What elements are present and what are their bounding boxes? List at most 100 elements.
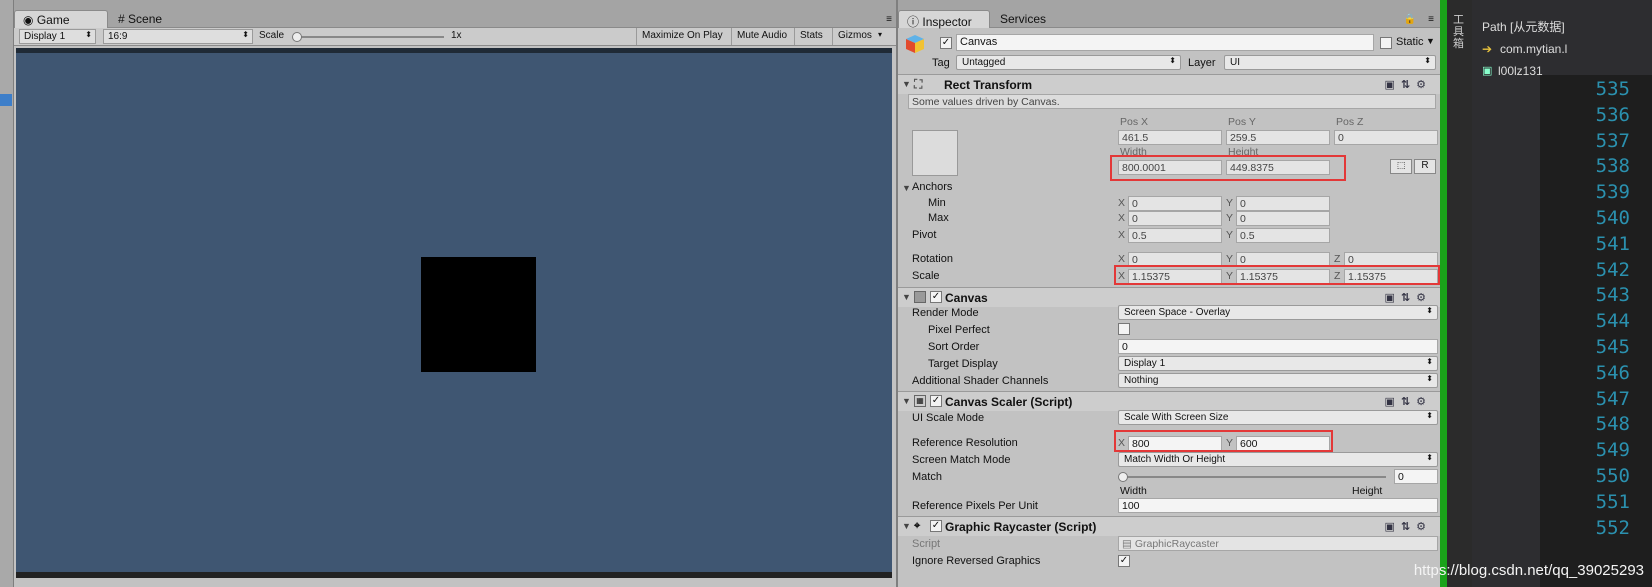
toolbox-tab[interactable]: 工具箱 — [1453, 14, 1465, 50]
canvas-scaler-header[interactable]: ▼ ▦ ✓ Canvas Scaler (Script) ▣⇅⚙ — [898, 391, 1442, 411]
line-number: 548 — [1595, 413, 1630, 436]
axis-y: Y — [1226, 212, 1234, 224]
raycaster-enabled-checkbox[interactable]: ✓ — [930, 520, 942, 532]
canvas-icon — [914, 291, 926, 303]
scale-value: 1x — [451, 30, 462, 41]
gizmos-button[interactable]: Gizmos — [832, 28, 877, 45]
posx-field[interactable]: 461.5 — [1118, 130, 1222, 145]
script-file-icon: ▤ — [1122, 538, 1135, 550]
scale-slider[interactable] — [292, 32, 444, 42]
raw-edit-button[interactable]: R — [1414, 159, 1436, 174]
panel-menu-icon[interactable]: ≡ — [1428, 14, 1434, 25]
object-name-input[interactable]: Canvas — [956, 34, 1374, 51]
gizmos-arrow-icon[interactable]: ▾ — [878, 30, 882, 39]
lock-icon[interactable]: 🔒 — [1404, 14, 1416, 25]
line-number: 536 — [1595, 103, 1630, 126]
graphic-raycaster-title: Graphic Raycaster (Script) — [945, 520, 1097, 534]
reference-pixels-per-unit-field[interactable]: 100 — [1118, 498, 1438, 513]
dropdown-arrow-icon: ⬍ — [1426, 453, 1433, 462]
stats-button[interactable]: Stats — [794, 28, 828, 45]
axis-z: Z — [1334, 253, 1341, 265]
screen-match-mode-dropdown[interactable]: Match Width Or Height ⬍ — [1118, 452, 1438, 467]
anchor-preset-widget[interactable] — [912, 130, 958, 176]
component-header-icons[interactable]: ▣⇅⚙ — [1385, 395, 1432, 408]
tab-inspector[interactable]: ⓘ Inspector — [898, 10, 990, 29]
mute-audio-button[interactable]: Mute Audio — [731, 28, 792, 45]
ui-scale-mode-dropdown[interactable]: Scale With Screen Size ⬍ — [1118, 410, 1438, 425]
tab-services[interactable]: Services — [992, 10, 1062, 28]
match-slider-thumb[interactable] — [1118, 472, 1128, 482]
display-dropdown[interactable]: Display 1 ⬍ — [19, 29, 96, 44]
axis-y: Y — [1226, 229, 1234, 241]
line-number: 539 — [1595, 181, 1630, 204]
anchor-max-x-field[interactable]: 0 — [1128, 211, 1222, 226]
fold-arrow-icon[interactable]: ▼ — [902, 521, 911, 531]
maximize-on-play-button[interactable]: Maximize On Play — [636, 28, 728, 45]
match-slider[interactable] — [1118, 472, 1386, 482]
component-header-icons[interactable]: ▣⇅⚙ — [1385, 291, 1432, 304]
line-number: 542 — [1595, 258, 1630, 281]
line-number: 544 — [1595, 310, 1630, 333]
canvas-scaler-enabled-checkbox[interactable]: ✓ — [930, 395, 942, 407]
canvas-component-header[interactable]: ▼ ✓ Canvas ▣⇅⚙ — [898, 287, 1442, 307]
target-display-value: Display 1 — [1124, 358, 1166, 369]
pivot-x-field[interactable]: 0.5 — [1128, 228, 1222, 243]
static-dropdown-arrow-icon[interactable]: ▼ — [1426, 36, 1435, 46]
class-item[interactable]: l00lz131 — [1498, 64, 1543, 78]
pixel-perfect-checkbox[interactable] — [1118, 323, 1130, 335]
driven-values-note: Some values driven by Canvas. — [908, 94, 1436, 109]
shader-channels-dropdown[interactable]: Nothing ⬍ — [1118, 373, 1438, 388]
panel-menu-icon[interactable]: ≡ — [886, 14, 892, 25]
posy-label: Pos Y — [1228, 116, 1256, 128]
anchors-fold-icon[interactable]: ▼ — [902, 183, 911, 193]
active-checkbox[interactable]: ✓ — [940, 37, 952, 49]
match-value-field[interactable]: 0 — [1394, 469, 1438, 484]
graphic-raycaster-header[interactable]: ▼ ⌖ ✓ Graphic Raycaster (Script) ▣⇅⚙ — [898, 516, 1442, 536]
rect-transform-title: Rect Transform — [944, 78, 1033, 92]
class-icon: ▣ — [1482, 65, 1493, 77]
namespace-item[interactable]: com.mytian.l — [1500, 42, 1567, 56]
axis-x: X — [1118, 197, 1126, 209]
component-header-icons[interactable]: ▣⇅⚙ — [1385, 78, 1432, 91]
blueprint-mode-button[interactable]: ⬚ — [1390, 159, 1412, 174]
anchor-max-y-field[interactable]: 0 — [1236, 211, 1330, 226]
ignore-reversed-checkbox[interactable]: ✓ — [1118, 555, 1130, 567]
highlight-box-resolution — [1114, 430, 1333, 452]
fold-arrow-icon[interactable]: ▼ — [902, 79, 911, 89]
axis-x: X — [1118, 212, 1126, 224]
rect-transform-header[interactable]: ▼ ⛶ Rect Transform ▣⇅⚙ — [898, 74, 1442, 94]
sort-order-field[interactable]: 0 — [1118, 339, 1438, 354]
line-number: 545 — [1595, 336, 1630, 358]
layer-dropdown[interactable]: UI ⬍ — [1224, 55, 1436, 70]
fold-arrow-icon[interactable]: ▼ — [902, 292, 911, 302]
script-field[interactable]: ▤ GraphicRaycaster — [1118, 536, 1438, 551]
component-header-icons[interactable]: ▣⇅⚙ — [1385, 520, 1432, 533]
tab-scene[interactable]: # Scene — [110, 10, 180, 28]
viewport-bottom-bar — [16, 572, 892, 578]
posz-field[interactable]: 0 — [1334, 130, 1438, 145]
dropdown-arrow-icon: ⬍ — [1169, 56, 1176, 65]
anchor-min-y-field[interactable]: 0 — [1236, 196, 1330, 211]
posy-field[interactable]: 259.5 — [1226, 130, 1330, 145]
tab-inspector-label: Inspector — [922, 15, 972, 29]
anchor-min-x-field[interactable]: 0 — [1128, 196, 1222, 211]
display-value: Display 1 — [24, 31, 66, 42]
canvas-enabled-checkbox[interactable]: ✓ — [930, 291, 942, 303]
anchor-max-label: Max — [928, 212, 949, 224]
static-checkbox[interactable] — [1380, 37, 1392, 49]
watermark-text: https://blog.csdn.net/qq_39025293 — [1413, 562, 1644, 579]
line-number: 551 — [1595, 490, 1630, 513]
inspector-panel: ⓘ Inspector Services 🔒 ≡ ✓ Canvas Static… — [896, 0, 1442, 587]
tab-game[interactable]: ◉ Game — [14, 10, 108, 28]
static-label: Static — [1396, 36, 1424, 48]
render-mode-dropdown[interactable]: Screen Space - Overlay ⬍ — [1118, 305, 1438, 320]
fold-arrow-icon[interactable]: ▼ — [902, 396, 911, 406]
screen-match-mode-label: Screen Match Mode — [912, 454, 1011, 466]
target-display-label: Target Display — [928, 358, 998, 370]
tag-dropdown[interactable]: Untagged ⬍ — [956, 55, 1181, 70]
scene-icon: # — [118, 12, 125, 26]
aspect-dropdown[interactable]: 16:9 ⬍ — [103, 29, 253, 44]
target-display-dropdown[interactable]: Display 1 ⬍ — [1118, 356, 1438, 371]
scale-slider-thumb[interactable] — [292, 32, 302, 42]
pivot-y-field[interactable]: 0.5 — [1236, 228, 1330, 243]
